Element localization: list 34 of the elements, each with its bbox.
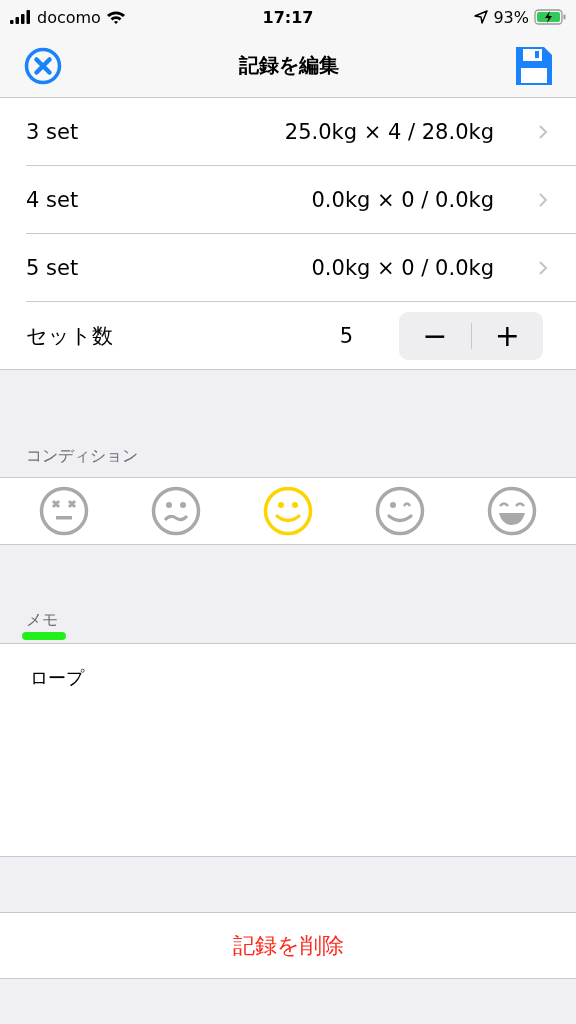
set-value: 0.0kg × 0 / 0.0kg [311, 187, 494, 212]
set-row[interactable]: 5 set 0.0kg × 0 / 0.0kg [26, 234, 576, 302]
grin-face-icon[interactable] [487, 486, 537, 536]
set-label: 4 set [26, 187, 80, 212]
uneasy-face-icon[interactable] [151, 486, 201, 536]
set-value: 25.0kg × 4 / 28.0kg [284, 119, 494, 144]
location-icon [474, 10, 489, 24]
section-header: メモ [26, 610, 59, 631]
delete-button[interactable]: 記録を削除 [0, 912, 576, 979]
chevron-icon [538, 123, 548, 140]
decrement-button[interactable]: − [399, 311, 471, 360]
chevron-icon [538, 259, 548, 276]
increment-button[interactable]: + [471, 311, 543, 360]
set-row[interactable]: 3 set 25.0kg × 4 / 28.0kg [26, 98, 576, 166]
set-count-value: 5 [339, 323, 353, 348]
status-time: 17:17 [262, 7, 314, 27]
close-icon[interactable] [24, 46, 62, 85]
set-label: 3 set [26, 119, 80, 144]
save-icon[interactable] [516, 46, 552, 85]
memo-field[interactable]: ロープ [0, 643, 576, 857]
nav-title: 記録を編集 [239, 52, 339, 79]
set-count-label: セット数 [26, 322, 114, 350]
set-value: 0.0kg × 0 / 0.0kg [311, 255, 494, 280]
set-label: 5 set [26, 255, 80, 280]
battery-percent: 93% [493, 7, 529, 27]
section-header: コンディション [26, 446, 138, 467]
smile-face-icon[interactable] [263, 486, 313, 536]
set-row[interactable]: 4 set 0.0kg × 0 / 0.0kg [26, 166, 576, 234]
signal-icon [10, 10, 32, 24]
carrier-name: docomo [37, 7, 101, 27]
dizzy-face-icon[interactable] [39, 486, 89, 536]
wifi-icon [105, 10, 126, 24]
wink-face-icon[interactable] [375, 486, 425, 536]
chevron-icon [538, 191, 548, 208]
